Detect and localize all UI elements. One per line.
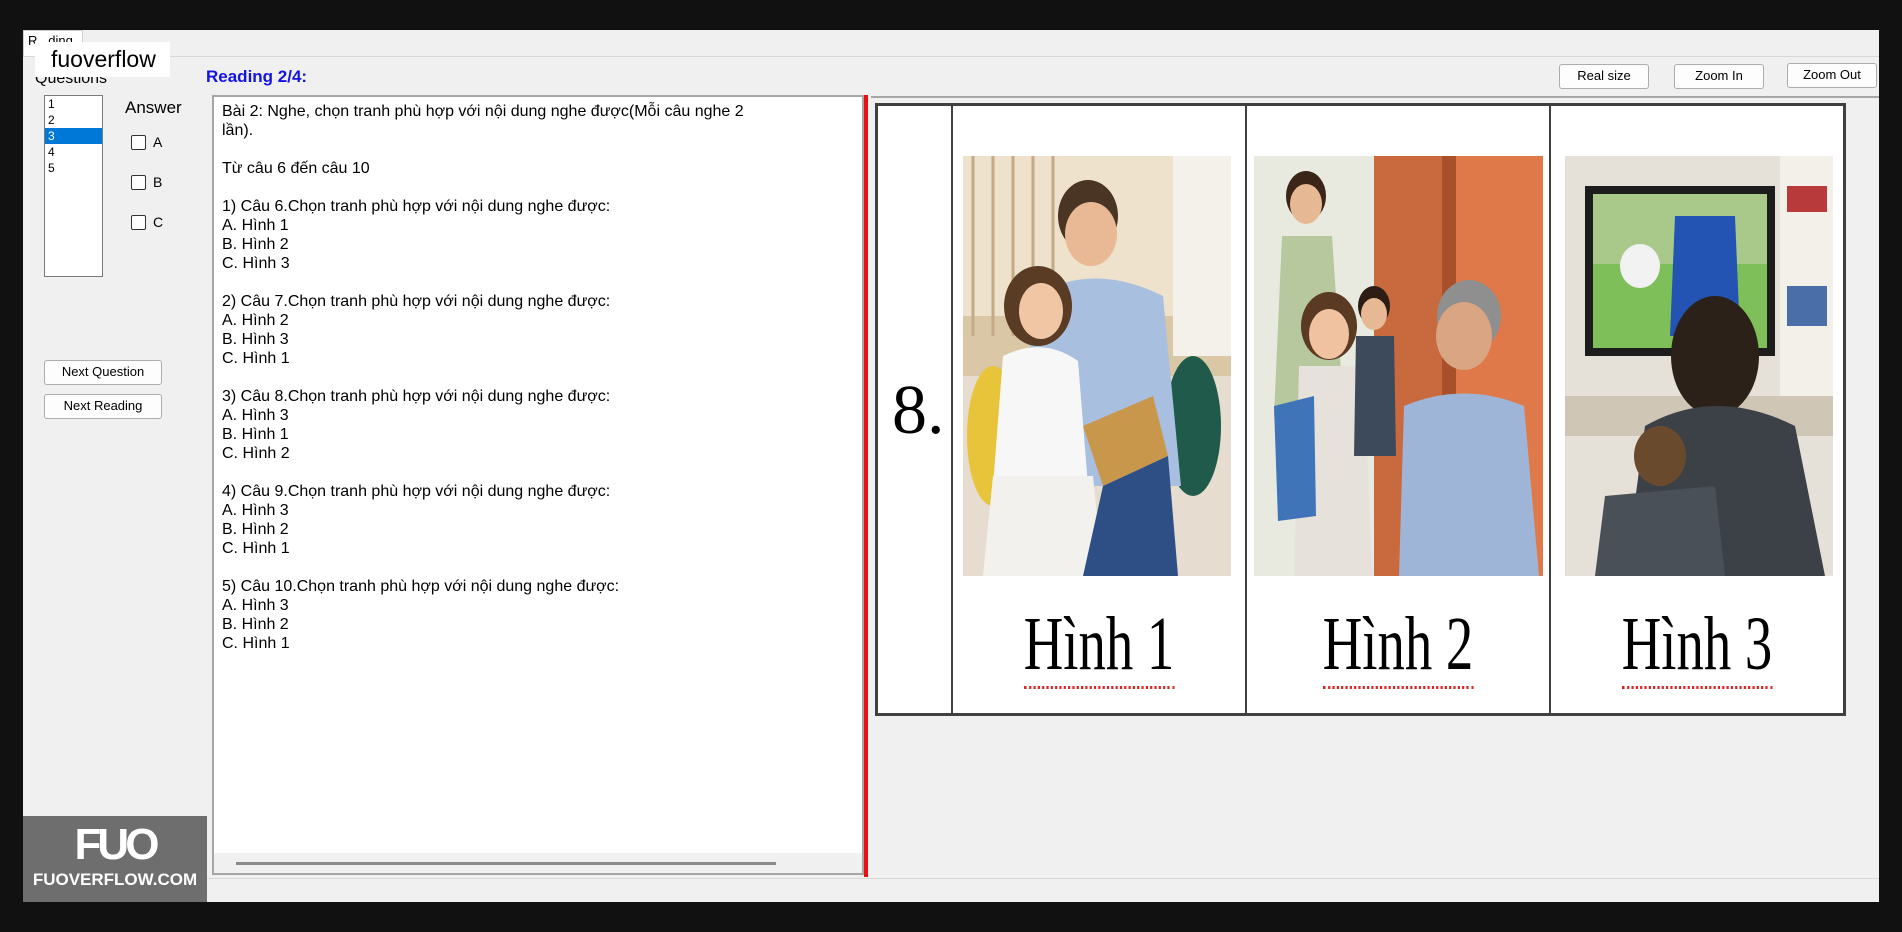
reading-text-line: A. Hình 2: [222, 312, 289, 329]
caption-hinh-2: Hình 2: [1289, 601, 1506, 689]
scrollbar-thumb[interactable]: [236, 862, 776, 865]
reading-text-line: A. Hình 3: [222, 597, 289, 614]
question-list-item[interactable]: 4: [45, 144, 102, 160]
question-list-item[interactable]: 1: [45, 96, 102, 112]
reading-title: Reading 2/4:: [206, 67, 308, 86]
answer-option-c[interactable]: C: [131, 214, 163, 230]
question-number: 8.: [892, 372, 945, 449]
reading-text-line: lần).: [222, 122, 254, 139]
picture-cell-3: Hình 3: [1551, 106, 1843, 713]
reading-text-panel[interactable]: Bài 2: Nghe, chọn tranh phù hợp với nội …: [212, 95, 864, 875]
panel-splitter[interactable]: [864, 95, 868, 877]
checkbox-c[interactable]: [131, 214, 146, 230]
reading-text-line: B. Hình 2: [222, 616, 289, 633]
zoom-in-button[interactable]: Zoom In: [1674, 64, 1764, 89]
reading-text-line: A. Hình 3: [222, 407, 289, 424]
next-reading-button[interactable]: Next Reading: [44, 394, 162, 419]
zoom-out-button[interactable]: Zoom Out: [1787, 63, 1877, 88]
picture-cell-2: Hình 2: [1247, 106, 1551, 713]
reading-text-line: Từ câu 6 đến câu 10: [222, 160, 370, 177]
status-bar: [23, 878, 1879, 902]
reading-text-line: B. Hình 2: [222, 236, 289, 253]
reading-text-line: C. Hình 2: [222, 445, 290, 462]
real-size-button[interactable]: Real size: [1559, 64, 1649, 89]
watermark-url: FUOVERFLOW.COM: [32, 870, 198, 889]
number-cell: 8.: [878, 106, 953, 713]
caption-hinh-3: Hình 3: [1592, 601, 1802, 689]
reading-text-line: C. Hình 3: [222, 255, 290, 272]
checkbox-a[interactable]: [131, 134, 146, 150]
reading-text-line: A. Hình 3: [222, 502, 289, 519]
option-b-label: B: [153, 174, 163, 190]
tab-strip: R...ding: [23, 30, 1879, 57]
photo-family-watching-tv: [1565, 156, 1833, 576]
reading-text-line: B. Hình 3: [222, 331, 289, 348]
reading-text-line: Bài 2: Nghe, chọn tranh phù hợp với nội …: [222, 103, 744, 120]
reading-text-line: B. Hình 2: [222, 521, 289, 538]
question-image: 8. Hình 1 Hình 2 Hình 3: [875, 103, 1846, 716]
fuo-logo: FUO: [74, 820, 160, 869]
question-listbox[interactable]: 12345: [44, 95, 103, 277]
reading-text-line: C. Hình 1: [222, 350, 290, 367]
horizontal-scrollbar[interactable]: [214, 853, 862, 873]
picture-cell-1: Hình 1: [953, 106, 1247, 713]
reading-text-line: B. Hình 1: [222, 426, 289, 443]
reading-text-line: 4) Câu 9.Chọn tranh phù hợp với nội dung…: [222, 483, 611, 500]
reading-text-line: 1) Câu 6.Chọn tranh phù hợp với nội dung…: [222, 198, 611, 215]
reading-text-line: 2) Câu 7.Chọn tranh phù hợp với nội dung…: [222, 293, 611, 310]
answer-option-a[interactable]: A: [131, 134, 162, 150]
reading-text-line: 5) Câu 10.Chọn tranh phù hợp với nội dun…: [222, 578, 620, 595]
app-window: R...ding fuoverflow Questions Reading 2/…: [23, 30, 1879, 902]
next-question-button[interactable]: Next Question: [44, 360, 162, 385]
reading-text-line: C. Hình 1: [222, 635, 290, 652]
reading-text-line: A. Hình 1: [222, 217, 289, 234]
reading-text-line: 3) Câu 8.Chọn tranh phù hợp với nội dung…: [222, 388, 611, 405]
photo-father-daughter-reading: [963, 156, 1231, 576]
option-c-label: C: [153, 214, 164, 230]
answer-label: Answer: [125, 98, 182, 117]
brand-label: fuoverflow: [35, 42, 170, 77]
reading-text-line: C. Hình 1: [222, 540, 290, 557]
option-a-label: A: [153, 134, 163, 150]
checkbox-b[interactable]: [131, 174, 146, 190]
question-list-item[interactable]: 3: [45, 128, 102, 144]
photo-father-children-door: [1254, 156, 1543, 576]
fuoverflow-watermark: FUO FUOVERFLOW.COM: [23, 816, 207, 902]
question-list-item[interactable]: 5: [45, 160, 102, 176]
question-list-item[interactable]: 2: [45, 112, 102, 128]
caption-hinh-1: Hình 1: [994, 601, 1204, 689]
answer-option-b[interactable]: B: [131, 174, 162, 190]
